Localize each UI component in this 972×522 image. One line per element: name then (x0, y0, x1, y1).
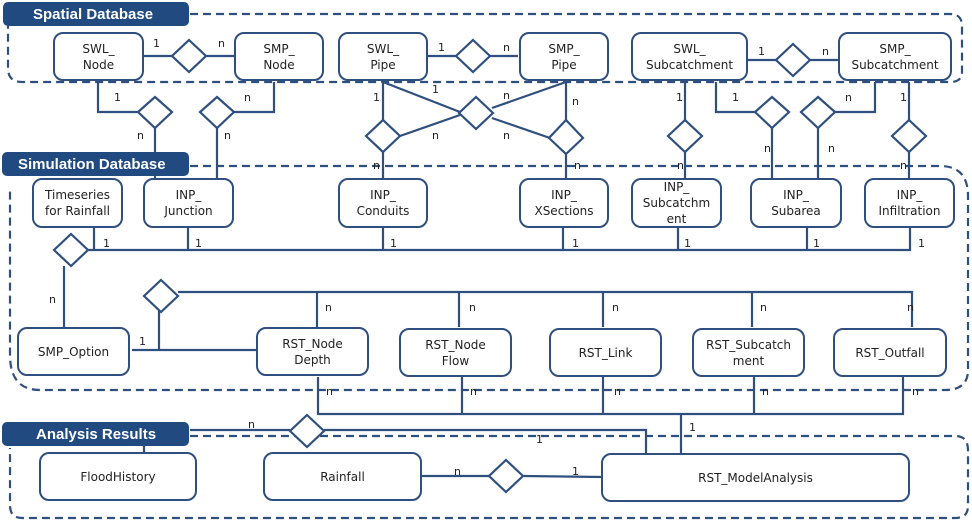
entity-inp-junction[interactable]: INP_ Junction (143, 178, 234, 228)
card-label: 1 (676, 91, 683, 104)
card-label: n (224, 129, 231, 142)
card-label: n (248, 418, 255, 431)
card-label: n (326, 385, 333, 398)
rel-pipe-conduits (364, 118, 402, 154)
card-label: n (572, 95, 579, 108)
card-label: n (244, 91, 251, 104)
section-header-spatial: Spatial Database (3, 2, 189, 26)
rel-swlnode-junction (136, 95, 174, 130)
card-label: 1 (900, 91, 907, 104)
entity-smp-subcatchment[interactable]: SMP_ Subcatchment (838, 32, 952, 81)
rel-node (170, 38, 208, 74)
card-label: 1 (536, 433, 543, 446)
card-label: 1 (684, 237, 691, 250)
card-label: n (574, 159, 581, 172)
card-label: 1 (758, 45, 765, 58)
entity-inp-xsections[interactable]: INP_ XSections (519, 178, 609, 228)
entity-rst-node-flow[interactable]: RST_Node Flow (399, 328, 512, 377)
entity-smp-node[interactable]: SMP_ Node (234, 32, 324, 81)
card-label: n (503, 41, 510, 54)
card-label: 1 (432, 83, 439, 96)
card-label: 1 (918, 237, 925, 250)
section-header-analysis: Analysis Results (2, 422, 189, 446)
entity-rst-subcatchment[interactable]: RST_Subcatch ment (692, 328, 805, 377)
entity-timeseries-rainfall[interactable]: Timeseries for Rainfall (32, 178, 123, 228)
card-label: n (612, 301, 619, 314)
card-label: 1 (732, 91, 739, 104)
entity-smp-option[interactable]: SMP_Option (17, 327, 130, 376)
entity-inp-subarea[interactable]: INP_ Subarea (750, 178, 842, 228)
card-label: n (912, 385, 919, 398)
card-label: 1 (114, 91, 121, 104)
card-label: n (49, 293, 56, 306)
rel-pipe-xsections (547, 118, 585, 156)
card-label: 1 (139, 335, 146, 348)
rel-pipe (454, 38, 492, 74)
entity-swl-pipe[interactable]: SWL_ Pipe (338, 32, 428, 81)
card-label: 1 (572, 237, 579, 250)
card-label: 1 (103, 237, 110, 250)
card-label: n (828, 142, 835, 155)
entity-swl-node[interactable]: SWL_ Node (53, 32, 144, 81)
card-label: n (503, 89, 510, 102)
entity-rst-model-analysis[interactable]: RST_ModelAnalysis (601, 453, 910, 502)
rel-analysis (288, 413, 326, 449)
card-label: n (503, 129, 510, 142)
card-label: n (218, 37, 225, 50)
entity-inp-conduits[interactable]: INP_ Conduits (338, 178, 428, 228)
rel-rainfall (487, 458, 525, 494)
card-label: 1 (153, 37, 160, 50)
rel-subarea-1 (753, 95, 791, 130)
card-label: 1 (572, 465, 579, 478)
rel-pipe-center (457, 95, 495, 131)
rel-subcatchment (774, 42, 812, 78)
entity-swl-subcatchment[interactable]: SWL_ Subcatchment (631, 32, 748, 81)
card-label: n (845, 91, 852, 104)
entity-inp-infiltration[interactable]: INP_ Infiltration (864, 178, 955, 228)
rel-subarea-2 (799, 95, 837, 130)
rel-infiltration (890, 118, 928, 154)
card-label: n (760, 301, 767, 314)
rel-results (142, 278, 180, 314)
card-label: n (469, 301, 476, 314)
rel-smpnode-junction (198, 95, 236, 130)
card-label: n (677, 159, 684, 172)
entity-flood-history[interactable]: FloodHistory (39, 452, 197, 501)
card-label: n (470, 385, 477, 398)
card-label: n (454, 465, 461, 478)
card-label: n (614, 385, 621, 398)
rel-option (52, 232, 90, 268)
entity-rst-node-depth[interactable]: RST_Node Depth (256, 327, 369, 376)
section-header-simulation: Simulation Database (2, 152, 189, 176)
card-label: n (900, 159, 907, 172)
card-label: n (373, 159, 380, 172)
card-label: 1 (373, 91, 380, 104)
card-label: n (907, 301, 914, 314)
card-label: 1 (689, 421, 696, 434)
card-label: 1 (195, 237, 202, 250)
entity-inp-subcatchment[interactable]: INP_ Subcatchm ent (631, 178, 722, 228)
card-label: 1 (813, 237, 820, 250)
entity-rst-link[interactable]: RST_Link (549, 328, 662, 377)
card-label: 1 (390, 237, 397, 250)
card-label: 1 (438, 41, 445, 54)
card-label: n (762, 385, 769, 398)
card-label: n (325, 301, 332, 314)
card-label: n (822, 45, 829, 58)
rel-subcatch-inp (666, 118, 704, 154)
card-label: n (764, 142, 771, 155)
entity-rst-outfall[interactable]: RST_Outfall (833, 328, 947, 377)
card-label: n (432, 129, 439, 142)
entity-smp-pipe[interactable]: SMP_ Pipe (519, 32, 609, 81)
entity-rainfall[interactable]: Rainfall (263, 452, 422, 501)
card-label: n (137, 129, 144, 142)
